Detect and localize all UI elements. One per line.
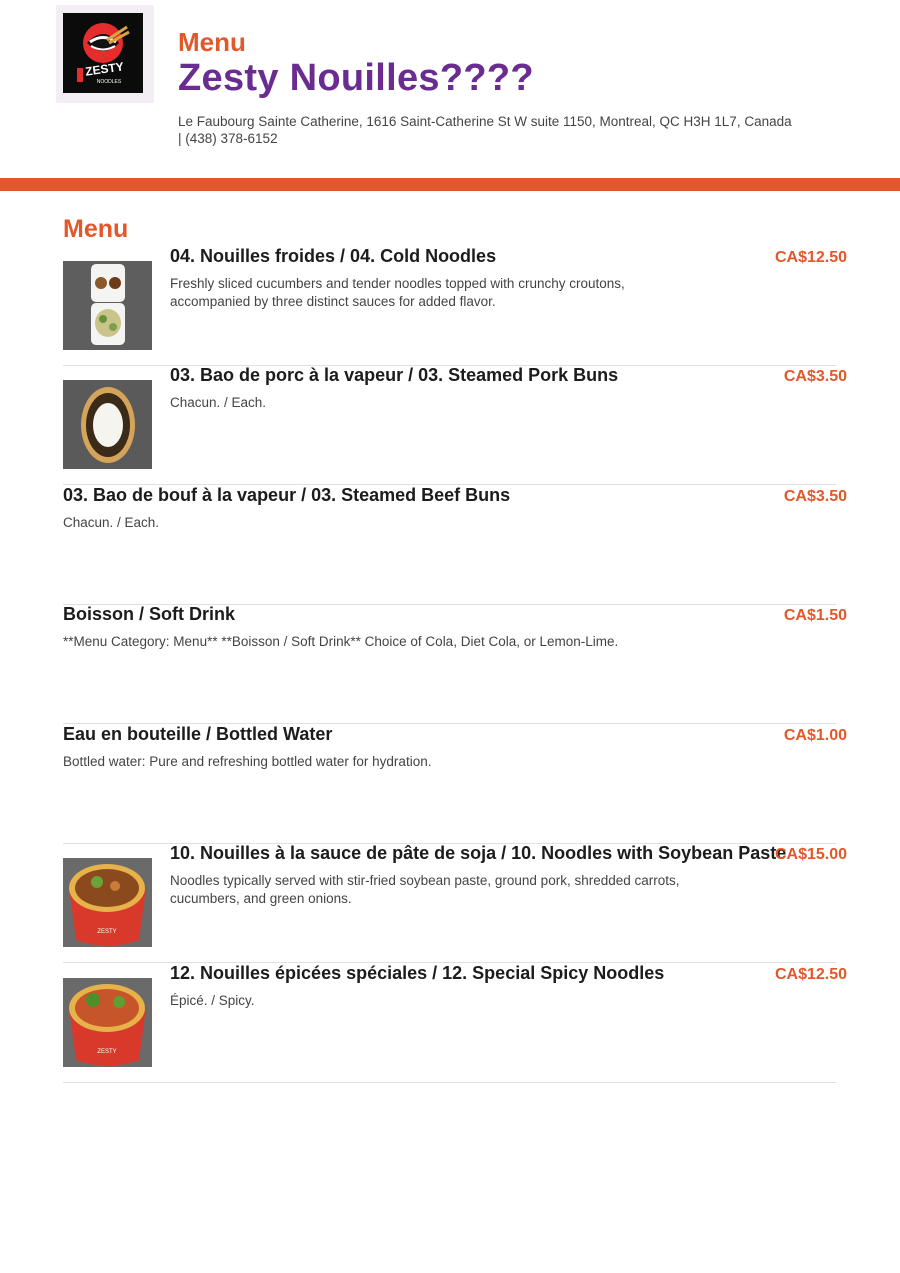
item-price: CA$15.00 bbox=[774, 846, 847, 863]
header-kicker: Menu bbox=[178, 27, 246, 57]
item-description: Freshly sliced cucumbers and tender nood… bbox=[170, 276, 625, 309]
item-name: Boisson / Soft Drink bbox=[63, 604, 236, 624]
item-description: Bottled water: Pure and refreshing bottl… bbox=[63, 754, 432, 769]
item-name: Eau en bouteille / Bottled Water bbox=[63, 724, 333, 744]
menu-item[interactable]: ZESTY 10. Nouilles à la sauce de pâte de… bbox=[63, 843, 847, 963]
item-price: CA$12.50 bbox=[774, 249, 847, 266]
item-description: Noodles typically served with stir-fried… bbox=[170, 873, 680, 906]
item-name: 12. Nouilles épicées spéciales / 12. Spe… bbox=[170, 963, 665, 983]
restaurant-address: Le Faubourg Sainte Catherine, 1616 Saint… bbox=[178, 114, 792, 146]
spicy-noodles-bowl-photo: ZESTY bbox=[63, 978, 152, 1067]
item-name: 03. Bao de bouf à la vapeur / 03. Steame… bbox=[63, 485, 511, 505]
item-price: CA$1.00 bbox=[783, 727, 847, 744]
item-price: CA$12.50 bbox=[774, 966, 847, 983]
section-title: Menu bbox=[63, 215, 129, 243]
header-divider-band bbox=[0, 178, 900, 191]
zesty-logo-icon: ZESTY NOODLES bbox=[63, 13, 143, 93]
item-description: Chacun. / Each. bbox=[170, 395, 267, 410]
item-name: 04. Nouilles froides / 04. Cold Noodles bbox=[170, 246, 497, 266]
svg-text:ZESTY: ZESTY bbox=[97, 1049, 116, 1055]
logo-frame: ZESTY NOODLES bbox=[56, 5, 154, 103]
restaurant-header: ZESTY NOODLES Menu Zesty Nouilles???? Le… bbox=[0, 0, 900, 178]
menu-item[interactable]: 04. Nouilles froides / 04. Cold Noodles … bbox=[63, 246, 847, 366]
item-description: Épicé. / Spicy. bbox=[170, 993, 255, 1008]
item-description: Chacun. / Each. bbox=[63, 515, 160, 530]
item-price: CA$3.50 bbox=[783, 368, 847, 385]
menu-item[interactable]: 03. Bao de porc à la vapeur / 03. Steame… bbox=[63, 365, 847, 485]
menu-item[interactable]: Eau en bouteille / Bottled Water Bottled… bbox=[63, 724, 847, 844]
cold-noodles-photo bbox=[63, 261, 152, 350]
svg-text:NOODLES: NOODLES bbox=[97, 79, 122, 85]
menu-item[interactable]: Boisson / Soft Drink **Menu Category: Me… bbox=[63, 604, 847, 724]
item-price: CA$1.50 bbox=[783, 607, 847, 624]
menu-item[interactable]: ZESTY 12. Nouilles épicées spéciales / 1… bbox=[63, 963, 847, 1083]
restaurant-name: Zesty Nouilles???? bbox=[178, 57, 534, 99]
svg-text:ZESTY: ZESTY bbox=[84, 59, 124, 78]
item-description: **Menu Category: Menu** **Boisson / Soft… bbox=[63, 634, 619, 649]
svg-text:ZESTY: ZESTY bbox=[97, 929, 116, 935]
menu-item[interactable]: 03. Bao de bouf à la vapeur / 03. Steame… bbox=[63, 485, 847, 605]
item-name: 10. Nouilles à la sauce de pâte de soja … bbox=[170, 843, 787, 863]
steamed-bun-photo bbox=[63, 380, 152, 469]
soybean-noodles-bowl-photo: ZESTY bbox=[63, 858, 152, 947]
item-price: CA$3.50 bbox=[783, 488, 847, 505]
item-name: 03. Bao de porc à la vapeur / 03. Steame… bbox=[170, 365, 619, 385]
